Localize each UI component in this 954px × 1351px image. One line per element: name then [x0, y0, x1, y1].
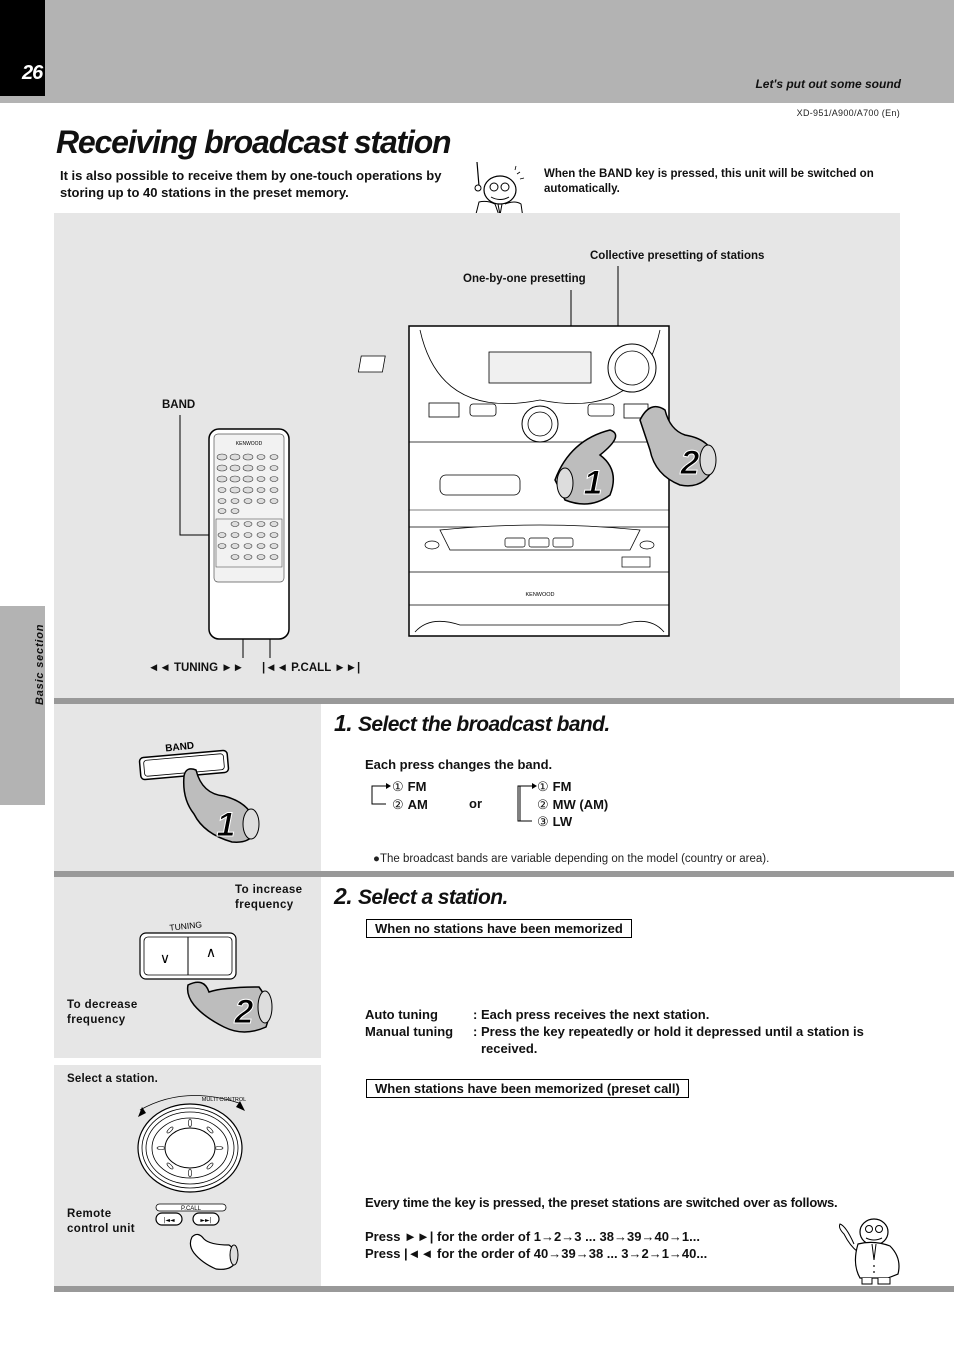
callout-pcall: |◄◄ P.CALL ►►| [262, 662, 361, 674]
memorized-heading-box: When stations have been memorized (prese… [366, 1079, 689, 1098]
press-prev-order: Press |◄◄ for the order of 40→39→38 ... … [365, 1246, 708, 1261]
callout-collective-presetting: Collective presetting of stations [590, 250, 765, 262]
pcall-next-icon: ►►| [200, 1217, 211, 1224]
section-divider [54, 1286, 954, 1292]
tuning-modes: Auto tuning: Each press receives the next… [365, 1006, 901, 1057]
tuning-mode-row: Auto tuning: Each press receives the next… [365, 1007, 710, 1022]
band-cycle-a: ① FM ② AM [392, 778, 428, 813]
tuning-up-icon: ∧ [206, 945, 216, 961]
tuning-mode-row: Manual tuning: Press the key repeatedly o… [365, 1024, 864, 1056]
hand-pointer-step2-icon: 2 [234, 993, 254, 1031]
section-side-tab-label: Basic section [34, 623, 46, 705]
preset-switch-text: Every time the key is pressed, the prese… [365, 1195, 838, 1210]
band-key-label: BAND [165, 741, 195, 755]
figure-panel [54, 213, 900, 698]
band-item: ① FM [537, 779, 572, 794]
callout-tuning: ◄◄ TUNING ►► [148, 662, 244, 674]
pcall-prev-icon: |◄◄ [163, 1217, 175, 1224]
intro-text-right: When the BAND key is pressed, this unit … [544, 168, 874, 195]
no-memory-heading-box: When no stations have been memorized [366, 919, 632, 938]
running-head: Let's put out some sound [755, 77, 901, 91]
model-id: XD-951/A900/A700 (En) [796, 108, 900, 118]
press-next-order: Press ►►| for the order of 1→2→3 ... 38→… [365, 1229, 700, 1244]
mascot-pointer-icon [474, 161, 525, 218]
page-number: 26 [22, 62, 43, 84]
callout-band: BAND [162, 399, 196, 411]
band-cycle-b: ① FM ② MW (AM) ③ LW [537, 778, 608, 831]
step1-number: 1. [334, 710, 353, 736]
band-item: ② AM [392, 796, 428, 812]
step1-intro: Each press changes the band. [365, 757, 553, 772]
page-title: Receiving broadcast station [56, 124, 452, 160]
step2-heading: 2. Select a station. [334, 883, 508, 910]
tuning-key-label: TUNING [169, 919, 202, 932]
band-item: ② MW (AM) [537, 796, 609, 812]
intro-text-left: It is also possible to receive them by o… [60, 168, 442, 200]
hand-pointer-remote-icon [189, 1233, 237, 1270]
tuning-key-illustration: TUNING ∨ ∧ 2 [139, 919, 273, 1033]
step1-heading-text: Select the broadcast band. [357, 713, 610, 736]
pcall-label: P.CALL [181, 1206, 202, 1212]
band-key-illustration: BAND 1 [138, 741, 260, 845]
band-item: ③ LW [537, 814, 573, 829]
mascot-presenting-icon [839, 1218, 900, 1285]
hand-pointer-step1-icon: 1 [217, 806, 236, 844]
tuning-down-icon: ∨ [160, 951, 170, 967]
band-or: or [469, 796, 482, 811]
step2-number: 2. [334, 883, 353, 909]
multi-control-label: MULTI CONTROL [202, 1097, 247, 1103]
step1-note: ●The broadcast bands are variable depend… [373, 853, 770, 865]
multi-control-illustration: MULTI CONTROL P.CALL |◄◄ ►►| [137, 1095, 247, 1270]
band-item: ① FM [392, 779, 427, 794]
step2-heading-text: Select a station. [357, 886, 508, 909]
callout-one-by-one-presetting: One-by-one presetting [463, 273, 586, 285]
step1-heading: 1. Select the broadcast band. [334, 710, 610, 737]
